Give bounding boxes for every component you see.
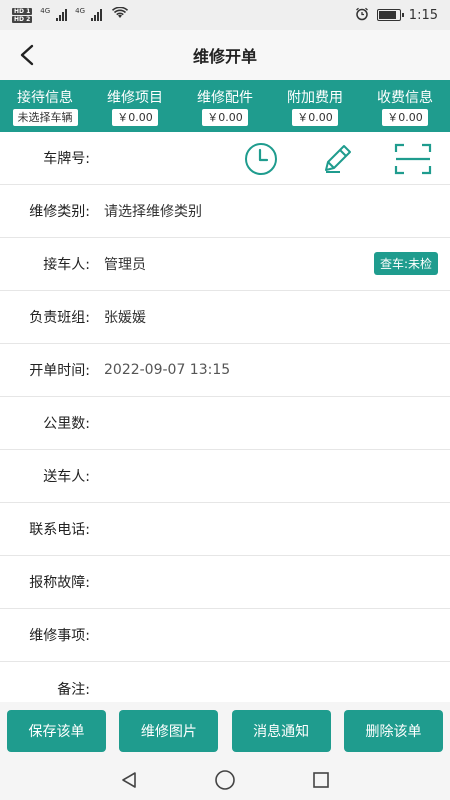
triangle-back-icon xyxy=(122,772,136,788)
summary-tabs: 接待信息 未选择车辆 维修项目 ￥0.00 维修配件 ￥0.00 附加费用 ￥0… xyxy=(0,80,450,132)
network-label-1: 4G xyxy=(40,7,51,15)
scan-icon[interactable] xyxy=(394,140,432,178)
phone-row[interactable]: 联系电话: xyxy=(0,503,450,556)
repair-type-label: 维修类别: xyxy=(29,204,90,220)
tab-label: 附加费用 xyxy=(287,89,343,106)
message-notify-button[interactable]: 消息通知 xyxy=(231,710,331,752)
tab-repair-parts[interactable]: 维修配件 ￥0.00 xyxy=(180,80,270,132)
nav-recents-button[interactable] xyxy=(309,768,333,792)
team-label: 负责班组: xyxy=(29,310,90,326)
chevron-left-icon xyxy=(20,44,34,66)
nav-back-button[interactable] xyxy=(117,768,141,792)
inspection-status-button[interactable]: 查车:未检 xyxy=(373,252,438,275)
fault-label: 报称故障: xyxy=(29,575,90,591)
tab-value: ￥0.00 xyxy=(112,108,158,126)
receiver-value[interactable]: 管理员 xyxy=(104,254,146,274)
tab-value: ￥0.00 xyxy=(382,108,428,126)
battery-icon xyxy=(376,9,404,21)
sender-label: 送车人: xyxy=(43,469,90,485)
tab-repair-items[interactable]: 维修项目 ￥0.00 xyxy=(90,80,180,132)
open-time-label: 开单时间: xyxy=(29,363,90,379)
repair-type-select[interactable]: 请选择维修类别 xyxy=(104,201,202,221)
status-left: HD 1 HD 2 4G 4G xyxy=(12,6,129,23)
hd-bottom-label: HD 2 xyxy=(12,15,33,23)
open-time-row[interactable]: 开单时间: 2022-09-07 13:15 xyxy=(0,344,450,397)
save-order-button[interactable]: 保存该单 xyxy=(7,710,106,752)
signal-icon-2 xyxy=(91,9,103,21)
tab-label: 维修项目 xyxy=(107,89,163,106)
action-bar: 保存该单 维修图片 消息通知 删除该单 xyxy=(0,702,450,760)
system-nav-bar xyxy=(0,760,450,800)
circle-home-icon xyxy=(215,770,235,790)
tab-extra-fees[interactable]: 附加费用 ￥0.00 xyxy=(270,80,360,132)
matters-label: 维修事项: xyxy=(29,628,90,644)
receiver-row: 接车人: 管理员 查车:未检 xyxy=(0,238,450,291)
team-value[interactable]: 张媛媛 xyxy=(104,307,146,327)
square-recents-icon xyxy=(313,772,329,788)
team-row[interactable]: 负责班组: 张媛媛 xyxy=(0,291,450,344)
mileage-label: 公里数: xyxy=(43,416,90,432)
fault-row[interactable]: 报称故障: xyxy=(0,556,450,609)
signal-icon xyxy=(56,9,68,21)
app-header: 维修开单 xyxy=(0,30,450,80)
edit-pencil-icon[interactable] xyxy=(318,140,356,178)
status-time: 1:15 xyxy=(408,7,438,23)
status-bar: HD 1 HD 2 4G 4G 1:15 xyxy=(0,0,450,30)
mileage-row[interactable]: 公里数: xyxy=(0,397,450,450)
tab-charge-info[interactable]: 收费信息 ￥0.00 xyxy=(360,80,450,132)
repair-type-row[interactable]: 维修类别: 请选择维修类别 xyxy=(0,185,450,238)
tab-value: ￥0.00 xyxy=(202,108,248,126)
repair-photos-button[interactable]: 维修图片 xyxy=(119,710,219,752)
plate-row[interactable]: 车牌号: xyxy=(0,132,450,185)
delete-order-button[interactable]: 删除该单 xyxy=(343,710,443,752)
open-time-value[interactable]: 2022-09-07 13:15 xyxy=(104,362,230,378)
alarm-icon xyxy=(355,7,369,24)
plate-label: 车牌号: xyxy=(43,151,90,167)
receiver-label: 接车人: xyxy=(43,257,90,273)
plate-actions xyxy=(242,140,432,178)
phone-label: 联系电话: xyxy=(29,522,90,538)
tab-value: 未选择车辆 xyxy=(12,108,78,126)
remark-label: 备注: xyxy=(57,681,90,698)
wifi-icon xyxy=(112,6,129,23)
network-label-2: 4G xyxy=(75,7,86,15)
history-clock-icon[interactable] xyxy=(242,140,280,178)
tab-value: ￥0.00 xyxy=(292,108,338,126)
matters-row[interactable]: 维修事项: xyxy=(0,609,450,662)
hd-top-label: HD 1 xyxy=(12,7,33,15)
back-button[interactable] xyxy=(12,40,42,70)
tab-label: 收费信息 xyxy=(377,89,433,106)
hd-indicator: HD 1 HD 2 xyxy=(12,7,33,23)
page-title: 维修开单 xyxy=(192,47,257,66)
order-form: 车牌号: 维修类别: 请选择维修类别 接车人: 管理员 查车:未检 负责班组: … xyxy=(0,132,450,702)
sender-row[interactable]: 送车人: xyxy=(0,450,450,503)
status-right: 1:15 xyxy=(355,7,438,24)
nav-home-button[interactable] xyxy=(213,768,237,792)
tab-label: 维修配件 xyxy=(197,89,253,106)
tab-reception[interactable]: 接待信息 未选择车辆 xyxy=(0,80,90,132)
remark-row[interactable]: 备注: xyxy=(0,662,450,702)
tab-label: 接待信息 xyxy=(17,89,73,106)
